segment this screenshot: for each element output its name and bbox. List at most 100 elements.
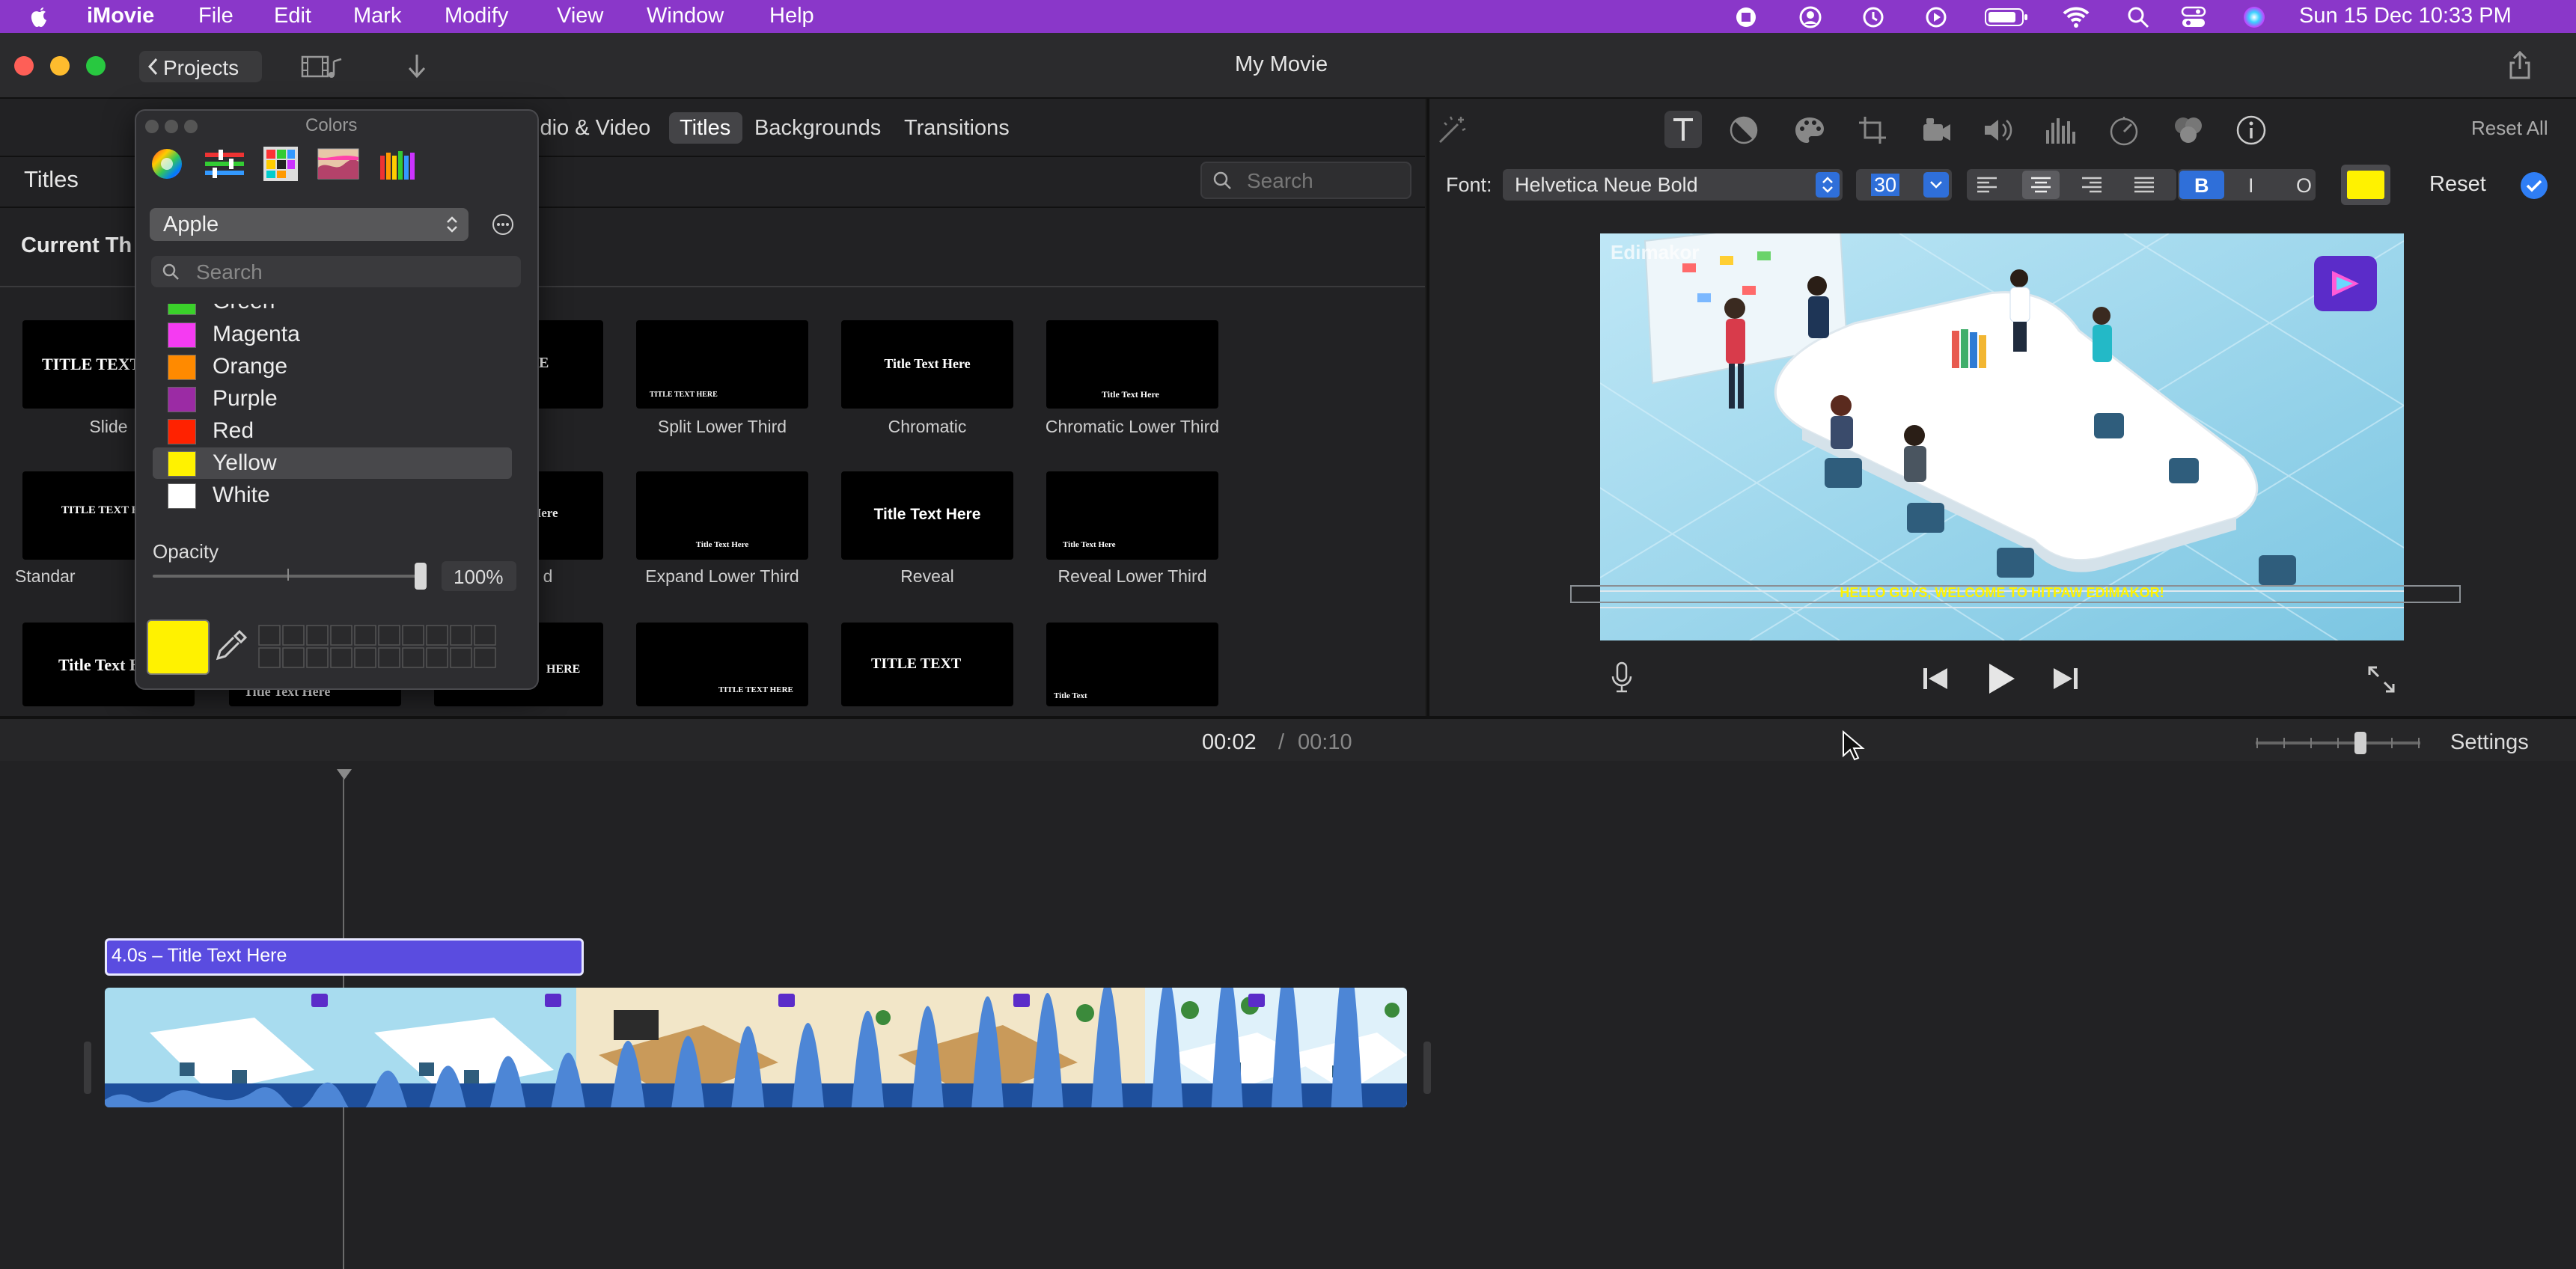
color-correction-palette-icon[interactable]: [1793, 115, 1826, 145]
color-item-magenta[interactable]: Magenta: [153, 319, 512, 350]
crop-icon[interactable]: [1858, 115, 1887, 145]
menu-edit[interactable]: Edit: [274, 4, 311, 28]
speed-gauge-icon[interactable]: [2108, 114, 2140, 147]
wifi-icon[interactable]: [2061, 4, 2091, 28]
menu-window[interactable]: Window: [647, 4, 724, 28]
colors-close-button[interactable]: [145, 120, 159, 133]
projects-back-button[interactable]: Projects: [139, 51, 262, 82]
skip-forward-icon[interactable]: [2051, 666, 2079, 691]
bold-button[interactable]: B: [2179, 171, 2224, 199]
equalizer-icon[interactable]: [2045, 115, 2078, 145]
apply-checkmark-icon[interactable]: [2519, 171, 2549, 201]
font-select[interactable]: Helvetica Neue Bold: [1503, 169, 1843, 201]
control-center-icon[interactable]: [2181, 5, 2206, 29]
palette-select[interactable]: Apple: [150, 208, 468, 241]
titles-search-input[interactable]: Search: [1200, 162, 1411, 199]
align-right-icon[interactable]: [2081, 174, 2103, 195]
video-viewer[interactable]: Edimakor HELLO GUYS, WELCOME TO HITPAW E…: [1600, 233, 2404, 640]
timeline-settings-button[interactable]: Settings: [2450, 730, 2529, 755]
reset-button[interactable]: Reset: [2429, 172, 2486, 197]
record-icon[interactable]: [1735, 6, 1757, 28]
stabilization-camera-icon[interactable]: [1920, 117, 1953, 144]
magic-wand-icon[interactable]: [1434, 112, 1468, 147]
align-center-button[interactable]: [2022, 171, 2060, 199]
spotlight-search-icon[interactable]: [2127, 6, 2149, 28]
playhead-marker-icon[interactable]: [335, 768, 353, 781]
opacity-slider[interactable]: [153, 575, 416, 578]
tab-backgrounds[interactable]: Backgrounds: [754, 116, 881, 141]
info-icon[interactable]: [2235, 114, 2268, 147]
title-tile-chromatic[interactable]: Title Text Here: [841, 320, 1013, 409]
menu-modify[interactable]: Modify: [445, 4, 508, 28]
color-sliders-icon[interactable]: [204, 148, 245, 180]
clip-trim-handle-left[interactable]: [84, 1042, 91, 1094]
title-clip[interactable]: 4.0s – Title Text Here: [105, 938, 584, 976]
title-tile-expand-lower-third[interactable]: Title Text Here: [636, 471, 808, 560]
volume-icon[interactable]: [1982, 117, 2015, 144]
reset-all-button[interactable]: Reset All: [2471, 117, 2548, 140]
microphone-icon[interactable]: [1611, 661, 1633, 694]
opacity-slider-thumb[interactable]: [415, 563, 427, 590]
font-size-dropdown[interactable]: [1923, 172, 1949, 198]
eyedropper-icon[interactable]: [214, 629, 248, 663]
share-icon[interactable]: [2509, 51, 2531, 79]
menu-file[interactable]: File: [198, 4, 234, 28]
current-color-well[interactable]: [147, 620, 210, 675]
saved-color-wells[interactable]: [257, 624, 527, 669]
color-balance-icon[interactable]: [1729, 115, 1759, 145]
color-item-purple[interactable]: Purple: [153, 383, 512, 415]
menu-app-name[interactable]: iMovie: [87, 4, 154, 28]
color-palettes-icon[interactable]: [262, 145, 299, 183]
color-item-green[interactable]: Green: [153, 304, 512, 317]
media-library-icon[interactable]: [301, 54, 344, 79]
menu-view[interactable]: View: [557, 4, 603, 28]
align-left-icon[interactable]: [1976, 174, 1998, 195]
zoom-window-button[interactable]: [86, 56, 106, 76]
tab-titles[interactable]: Titles: [669, 112, 742, 144]
menu-mark[interactable]: Mark: [353, 4, 401, 28]
video-clip[interactable]: [105, 988, 1407, 1107]
crayons-icon[interactable]: [379, 145, 416, 181]
skip-back-icon[interactable]: [1922, 666, 1950, 691]
text-color-well[interactable]: [2341, 165, 2390, 205]
colors-minimize-button[interactable]: [165, 120, 178, 133]
close-window-button[interactable]: [14, 56, 34, 76]
import-arrow-down-icon[interactable]: [406, 52, 428, 81]
titles-inspector-button[interactable]: [1664, 111, 1702, 148]
image-palettes-icon[interactable]: [317, 148, 359, 180]
menu-help[interactable]: Help: [769, 4, 814, 28]
clip-trim-handle-right[interactable]: [1423, 1042, 1431, 1094]
more-options-icon[interactable]: [491, 212, 515, 236]
colors-panel[interactable]: Colors Apple Search Green Magenta: [135, 109, 539, 690]
user-icon[interactable]: [1799, 6, 1822, 28]
menu-clock[interactable]: Sun 15 Dec 10:33 PM: [2299, 4, 2512, 28]
clip-filter-icon[interactable]: [2172, 115, 2205, 145]
title-tile-row3-5[interactable]: TITLE TEXT: [841, 623, 1013, 706]
play-circle-icon[interactable]: [1925, 6, 1947, 28]
title-tile-row3-6[interactable]: Title Text: [1046, 623, 1218, 706]
justify-icon[interactable]: [2133, 174, 2155, 195]
apple-logo-icon[interactable]: [27, 3, 51, 30]
color-item-yellow[interactable]: Yellow: [153, 447, 512, 479]
color-wheel-icon[interactable]: [150, 147, 184, 181]
time-machine-icon[interactable]: [1862, 6, 1884, 28]
color-item-red[interactable]: Red: [153, 415, 512, 447]
color-item-orange[interactable]: Orange: [153, 351, 512, 382]
outline-button[interactable]: O: [2296, 174, 2312, 198]
fullscreen-icon[interactable]: [2366, 664, 2396, 694]
title-tile-chromatic-lower-third[interactable]: Title Text Here: [1046, 320, 1218, 409]
font-size-field[interactable]: 30: [1856, 169, 1952, 201]
tab-transitions[interactable]: Transitions: [904, 116, 1010, 141]
italic-button[interactable]: I: [2248, 174, 2254, 198]
opacity-value-field[interactable]: 100%: [442, 561, 516, 591]
zoom-slider-thumb[interactable]: [2354, 732, 2366, 754]
colors-search-input[interactable]: Search: [151, 256, 521, 287]
title-tile-reveal-lower-third[interactable]: Title Text Here: [1046, 471, 1218, 560]
battery-icon[interactable]: [1985, 7, 2028, 27]
title-tile-row3-4[interactable]: TITLE TEXT HERE: [636, 623, 808, 706]
title-tile-split-lower-third[interactable]: TITLE TEXT HERE: [636, 320, 808, 409]
minimize-window-button[interactable]: [50, 56, 70, 76]
play-icon[interactable]: [1985, 661, 2018, 696]
title-tile-reveal[interactable]: Title Text Here: [841, 471, 1013, 560]
siri-icon[interactable]: [2242, 5, 2266, 29]
